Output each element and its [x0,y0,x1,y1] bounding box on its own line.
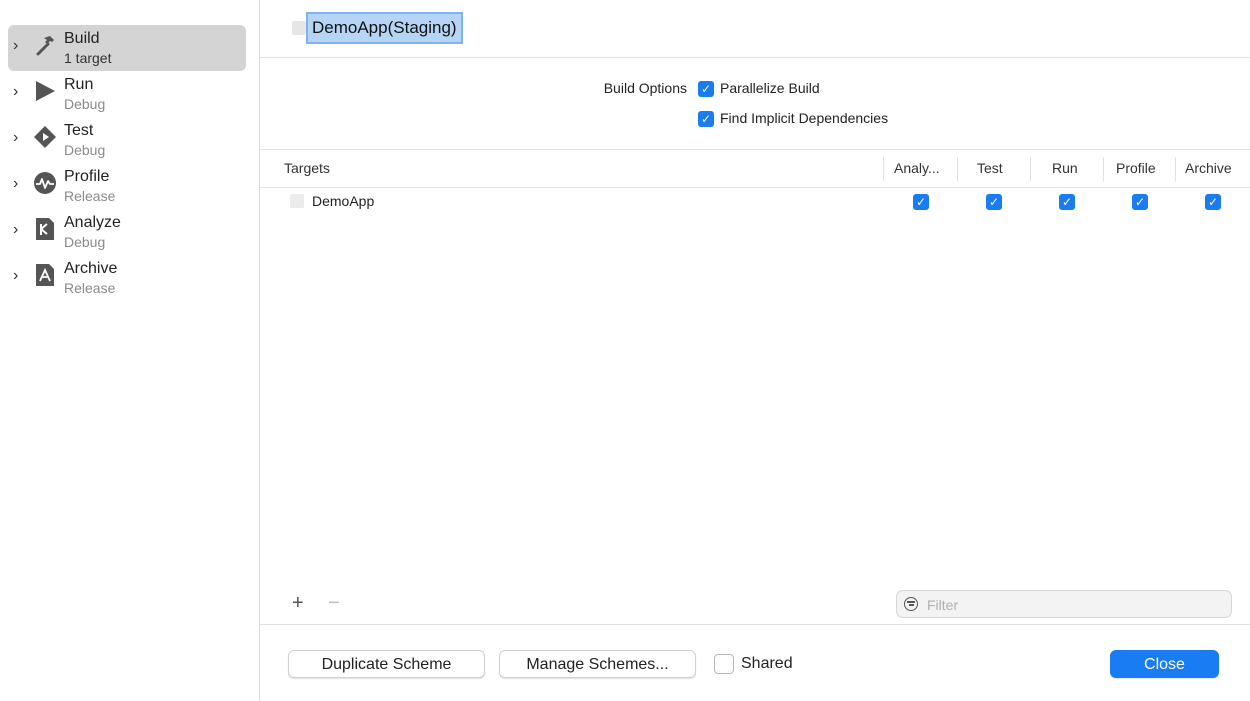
run-checkbox[interactable]: ✓ [1059,194,1075,210]
close-button[interactable]: Close [1110,650,1219,678]
duplicate-scheme-button[interactable]: Duplicate Scheme [288,650,485,678]
column-header-profile[interactable]: Profile [1116,160,1156,176]
column-header-archive[interactable]: Archive [1185,160,1232,176]
profile-waveform-icon [34,172,56,194]
column-header-targets[interactable]: Targets [284,160,330,176]
column-header-run[interactable]: Run [1052,160,1078,176]
divider [260,149,1250,150]
test-diamond-icon [34,126,56,148]
shared-checkbox[interactable] [714,654,734,674]
column-separator [957,157,958,181]
divider [260,187,1250,188]
sidebar-item-archive[interactable]: › Archive Release [8,255,246,301]
chevron-right-icon[interactable]: › [13,38,27,54]
manage-schemes-button[interactable]: Manage Schemes... [499,650,696,678]
sidebar-item-title: Archive [64,260,118,277]
shared-label: Shared [741,655,793,672]
sidebar-item-title: Test [64,122,94,139]
scheme-name-field[interactable]: DemoApp(Staging) [308,14,461,42]
column-separator [883,157,884,181]
sidebar-item-run[interactable]: › Run Debug [8,71,246,117]
filter-icon [904,597,918,611]
filter-field[interactable] [896,590,1232,618]
build-options-label: Build Options [603,80,687,96]
chevron-right-icon[interactable]: › [13,176,27,192]
scheme-icon [292,21,306,35]
remove-target-button[interactable]: − [328,592,340,615]
sidebar-item-build[interactable]: › Build 1 target [8,25,246,71]
sidebar-item-subtitle: 1 target [64,50,112,66]
column-separator [1175,157,1176,181]
find-implicit-dependencies-checkbox[interactable]: ✓ [698,111,714,127]
sidebar: › Build 1 target › Run Debug › Test Debu… [0,0,260,701]
analyze-checkbox[interactable]: ✓ [913,194,929,210]
chevron-right-icon[interactable]: › [13,84,27,100]
target-icon [290,194,304,208]
sidebar-item-subtitle: Debug [64,96,106,112]
add-target-button[interactable]: + [292,592,304,615]
column-header-test[interactable]: Test [977,160,1003,176]
column-header-analyze[interactable]: Analy... [894,160,940,176]
archive-checkbox[interactable]: ✓ [1205,194,1221,210]
sidebar-item-title: Analyze [64,214,121,231]
divider [260,57,1250,58]
sidebar-item-title: Run [64,76,94,93]
chevron-right-icon[interactable]: › [13,130,27,146]
sidebar-item-title: Build [64,30,100,47]
sidebar-item-subtitle: Debug [64,142,106,158]
parallelize-build-checkbox[interactable]: ✓ [698,81,714,97]
sidebar-item-profile[interactable]: › Profile Release [8,163,246,209]
play-icon [36,81,55,101]
sidebar-item-subtitle: Debug [64,234,106,250]
find-implicit-dependencies-label: Find Implicit Dependencies [720,110,889,126]
sidebar-item-title: Profile [64,168,110,185]
divider [260,624,1250,625]
chevron-right-icon[interactable]: › [13,222,27,238]
sidebar-item-test[interactable]: › Test Debug [8,117,246,163]
scheme-editor-main: DemoApp(Staging) Build Options ✓ Paralle… [260,0,1250,701]
profile-checkbox[interactable]: ✓ [1132,194,1148,210]
sidebar-item-analyze[interactable]: › Analyze Debug [8,209,246,255]
test-checkbox[interactable]: ✓ [986,194,1002,210]
column-separator [1103,157,1104,181]
parallelize-build-label: Parallelize Build [720,80,820,96]
chevron-right-icon[interactable]: › [13,268,27,284]
filter-input[interactable] [925,595,1219,615]
column-separator [1030,157,1031,181]
sidebar-item-subtitle: Release [64,280,116,296]
analyze-icon [36,218,54,240]
hammer-icon [36,36,54,56]
archive-icon [36,264,54,286]
sidebar-item-subtitle: Release [64,188,116,204]
target-name: DemoApp [312,193,375,209]
